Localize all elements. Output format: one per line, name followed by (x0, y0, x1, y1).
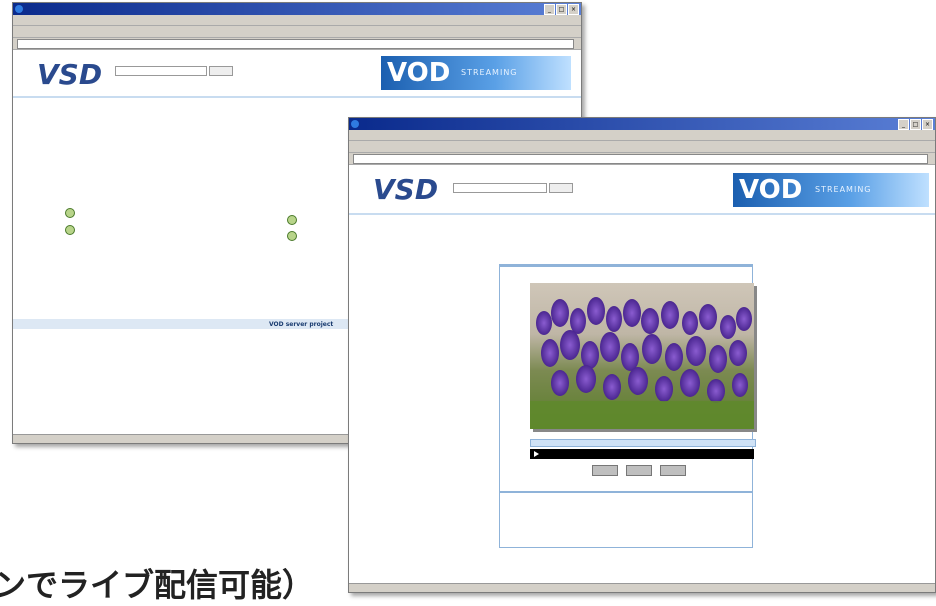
front-browser-window: _ □ × VSD VOD STREAMING (348, 117, 936, 593)
front-vod-text: VOD (739, 175, 803, 205)
video-frame-lavender-image (530, 283, 754, 429)
back-title-bar: _ □ × (13, 3, 581, 15)
back-address-bar (13, 38, 581, 50)
front-title-bar: _ □ × (349, 118, 935, 130)
back-vsd-logo[interactable]: VSD (37, 58, 102, 91)
program-select-icon[interactable] (287, 231, 297, 241)
back-toolbar[interactable] (13, 26, 581, 38)
section-header (499, 491, 752, 493)
player-button-1[interactable] (592, 465, 618, 476)
front-status-bar (349, 583, 935, 592)
ie-icon (15, 5, 23, 13)
close-button[interactable]: × (568, 4, 579, 15)
back-address-input[interactable] (17, 38, 574, 49)
program-select-icon[interactable] (65, 225, 75, 235)
front-menu-bar[interactable] (349, 130, 935, 141)
ie-icon (351, 120, 359, 128)
player-button-3[interactable] (660, 465, 686, 476)
player-panel (499, 264, 756, 548)
front-vsd-logo[interactable]: VSD (373, 173, 438, 206)
front-toolbar[interactable] (349, 141, 935, 153)
program-select-icon[interactable] (65, 208, 75, 218)
close-button[interactable]: × (922, 119, 933, 130)
front-streaming-text: STREAMING (815, 185, 872, 194)
front-vod-banner: VOD STREAMING (733, 173, 929, 207)
maximize-button[interactable]: □ (910, 119, 921, 130)
play-icon[interactable] (534, 451, 539, 457)
maximize-button[interactable]: □ (556, 4, 567, 15)
front-search-button[interactable] (549, 183, 573, 193)
front-search-input[interactable] (453, 183, 547, 193)
front-address-bar (349, 153, 935, 165)
program-select-icon[interactable] (287, 215, 297, 225)
back-page-header: VSD VOD STREAMING (13, 50, 581, 98)
back-vod-banner: VOD STREAMING (381, 56, 571, 90)
player-panel-header (500, 265, 752, 267)
player-buttons (592, 465, 702, 477)
back-menu-bar[interactable] (13, 15, 581, 26)
minimize-button[interactable]: _ (898, 119, 909, 130)
back-vod-text: VOD (387, 58, 451, 88)
back-search-input[interactable] (115, 66, 207, 76)
minimize-button[interactable]: _ (544, 4, 555, 15)
back-search-button[interactable] (209, 66, 233, 76)
front-page-header: VSD VOD STREAMING (349, 165, 935, 215)
video-seek-bar[interactable] (530, 439, 756, 447)
back-streaming-text: STREAMING (461, 68, 518, 77)
video-control-bar[interactable] (530, 449, 754, 459)
bottom-caption: ンでライブ配信可能） (0, 566, 315, 604)
back-footer-text: VOD server project (269, 321, 334, 328)
player-button-2[interactable] (626, 465, 652, 476)
front-address-input[interactable] (353, 153, 928, 164)
